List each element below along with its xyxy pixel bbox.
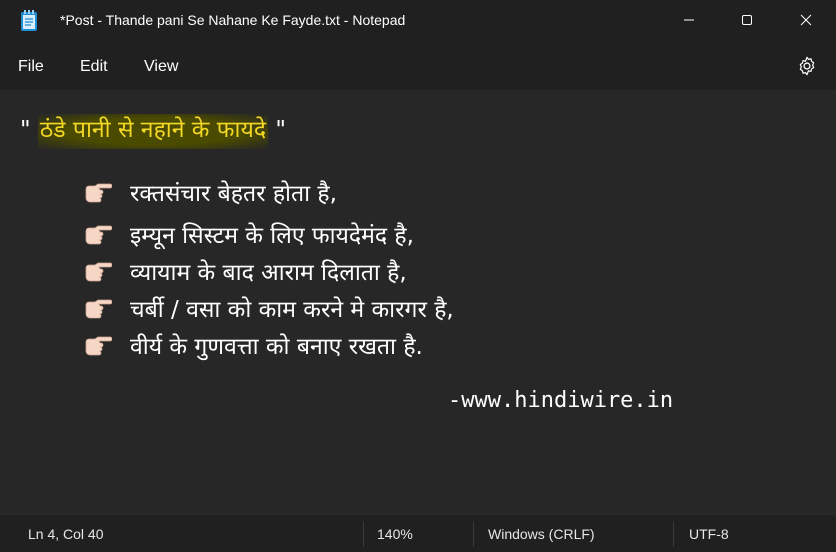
- close-icon: [800, 14, 812, 26]
- backhand-pointing-right-icon: [85, 336, 112, 356]
- menu-view[interactable]: View: [144, 58, 178, 76]
- line-ending[interactable]: Windows (CRLF): [488, 526, 595, 542]
- list-item-text: इम्यून सिस्टम के लिए फायदेमंद है,: [130, 223, 414, 249]
- maximize-icon: [742, 15, 752, 25]
- status-bar: Ln 4, Col 40 140% Windows (CRLF) UTF-8: [0, 514, 836, 552]
- highlighted-heading: ठंडे पानी से नहाने के फायदे: [37, 114, 269, 149]
- encoding[interactable]: UTF-8: [689, 526, 729, 542]
- quote-close: ": [275, 117, 286, 143]
- menu-edit[interactable]: Edit: [80, 58, 108, 76]
- menu-bar: File Edit View: [0, 42, 836, 90]
- minimize-button[interactable]: [659, 0, 719, 40]
- close-button[interactable]: [776, 0, 836, 40]
- backhand-pointing-right-icon: [85, 299, 112, 319]
- list-item-text: चर्बी / वसा को काम करने मे कारगर है,: [130, 297, 454, 323]
- list-item-text: रक्तसंचार बेहतर होता है,: [130, 181, 337, 207]
- list-item: रक्तसंचार बेहतर होता है,: [84, 176, 337, 208]
- window-title: *Post - Thande pani Se Nahane Ke Fayde.t…: [60, 12, 406, 28]
- gear-icon[interactable]: [796, 55, 818, 77]
- minimize-icon: [684, 19, 694, 21]
- notepad-icon: [21, 10, 37, 31]
- list-item-text: व्यायाम के बाद आराम दिलाता है,: [130, 260, 407, 286]
- list-item-text: वीर्य के गुणवत्ता को बनाए रखता है.: [130, 334, 423, 360]
- cursor-position: Ln 4, Col 40: [28, 526, 104, 542]
- backhand-pointing-right-icon: [85, 183, 112, 203]
- credit-line: -www.hindiwire.in: [448, 388, 674, 413]
- status-divider: [673, 521, 674, 547]
- title-bar: *Post - Thande pani Se Nahane Ke Fayde.t…: [0, 0, 836, 42]
- status-divider: [473, 521, 474, 547]
- list-item: इम्यून सिस्टम के लिए फायदेमंद है,: [84, 218, 414, 250]
- list-item: व्यायाम के बाद आराम दिलाता है,: [84, 255, 407, 287]
- maximize-button[interactable]: [717, 0, 777, 40]
- heading-line: " ठंडे पानी से नहाने के फायदे ": [20, 112, 286, 149]
- zoom-level[interactable]: 140%: [377, 526, 413, 542]
- text-editor[interactable]: " ठंडे पानी से नहाने के फायदे " रक्तसंचा…: [0, 90, 836, 514]
- backhand-pointing-right-icon: [85, 262, 112, 282]
- quote-open: ": [20, 117, 31, 143]
- menu-file[interactable]: File: [18, 58, 44, 76]
- backhand-pointing-right-icon: [85, 225, 112, 245]
- list-item: चर्बी / वसा को काम करने मे कारगर है,: [84, 292, 454, 324]
- list-item: वीर्य के गुणवत्ता को बनाए रखता है.: [84, 329, 423, 361]
- status-divider: [363, 521, 364, 547]
